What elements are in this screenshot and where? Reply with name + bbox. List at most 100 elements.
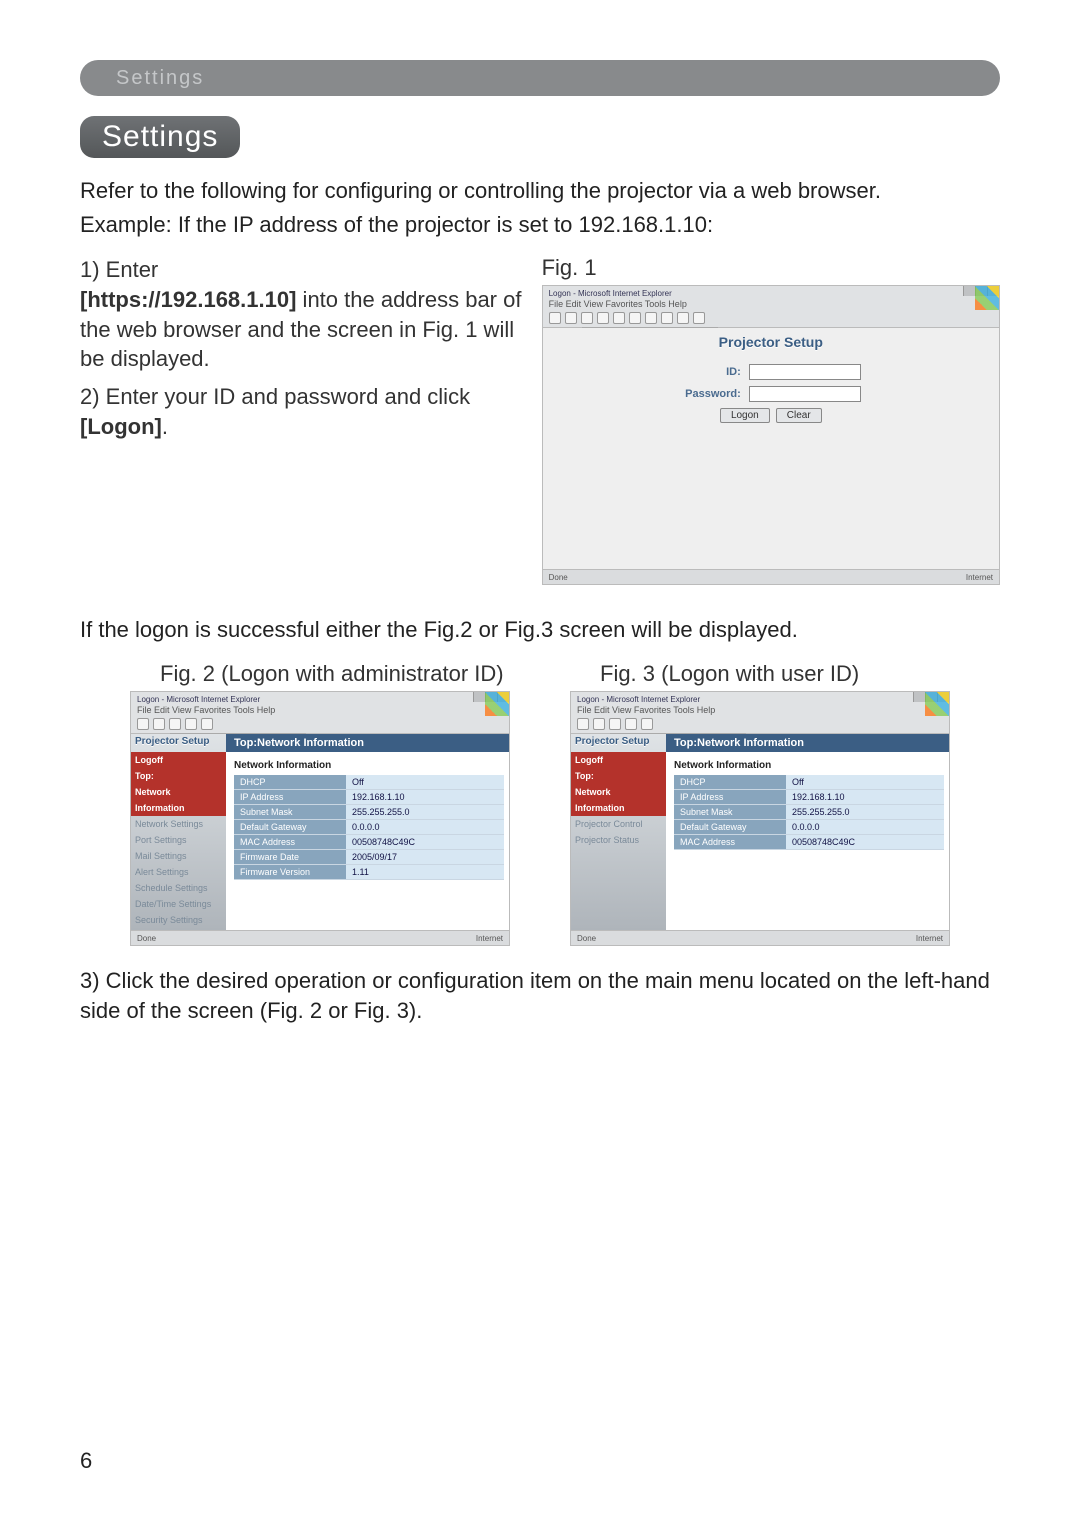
step-2-suffix: . (162, 414, 168, 439)
table-key: Default Gateway (234, 820, 346, 835)
sidebar-item[interactable]: Network (571, 784, 666, 800)
sidebar-item[interactable]: Information (571, 800, 666, 816)
step-1-bold: [https://192.168.1.10] (80, 287, 296, 312)
back-icon[interactable] (137, 718, 149, 730)
sidebar-item[interactable]: Logoff (571, 752, 666, 768)
sidebar-item[interactable]: Logoff (131, 752, 226, 768)
login-panel: ID: Password: Logon Clear (671, 364, 871, 423)
home-icon[interactable] (641, 718, 653, 730)
id-label: ID: (671, 366, 741, 378)
sidebar-title: Projector Setup (135, 736, 226, 747)
browser-chrome: Logon - Microsoft Internet Explorer File… (131, 692, 509, 734)
fig3-caption: Fig. 3 (Logon with user ID) (570, 661, 950, 687)
sidebar-item[interactable]: Schedule Settings (131, 880, 226, 896)
search-icon[interactable] (629, 312, 641, 324)
back-icon[interactable] (577, 718, 589, 730)
table-row: Firmware Date2005/09/17 (234, 850, 504, 865)
home-icon[interactable] (613, 312, 625, 324)
fig3-screenshot: Logon - Microsoft Internet Explorer File… (570, 691, 950, 946)
browser-chrome: Logon - Microsoft Internet Explorer File… (571, 692, 949, 734)
sidebar-item[interactable]: Projector Status (571, 832, 666, 848)
intro-paragraph-2: Example: If the IP address of the projec… (80, 210, 1000, 240)
fig2-sidebar: Projector Setup LogoffTop:NetworkInforma… (131, 734, 226, 931)
refresh-icon[interactable] (597, 312, 609, 324)
sidebar-item[interactable]: Alert Settings (131, 864, 226, 880)
table-row: Default Gateway0.0.0.0 (674, 820, 944, 835)
table-row: Default Gateway0.0.0.0 (234, 820, 504, 835)
step-2-bold: [Logon] (80, 414, 162, 439)
sidebar-item[interactable]: Port Settings (131, 832, 226, 848)
page-number: 6 (80, 1448, 92, 1474)
table-value: 0.0.0.0 (786, 820, 944, 835)
history-icon[interactable] (661, 312, 673, 324)
table-row: MAC Address00508748C49C (674, 835, 944, 850)
browser-title: Logon - Microsoft Internet Explorer (577, 695, 943, 704)
sidebar-item[interactable]: Information (131, 800, 226, 816)
fig3-content: Projector Setup LogoffTop:NetworkInforma… (571, 734, 949, 931)
table-key: Subnet Mask (234, 805, 346, 820)
table-row: Subnet Mask255.255.255.0 (674, 805, 944, 820)
forward-icon[interactable] (153, 718, 165, 730)
sidebar-item[interactable]: Top: (131, 768, 226, 784)
refresh-icon[interactable] (185, 718, 197, 730)
status-right: Internet (966, 573, 993, 582)
fig1-status-bar: Done Internet (543, 569, 999, 584)
breadcrumb: Settings (116, 67, 204, 90)
table-value: 192.168.1.10 (346, 790, 504, 805)
step-2-prefix: 2) Enter your ID and password and click (80, 384, 470, 409)
stop-icon[interactable] (609, 718, 621, 730)
table-key: DHCP (234, 775, 346, 790)
stop-icon[interactable] (581, 312, 593, 324)
steps-column: 1) Enter [https://192.168.1.10] into the… (80, 255, 522, 585)
sidebar-item[interactable]: Projector Control (571, 816, 666, 832)
table-row: Subnet Mask255.255.255.0 (234, 805, 504, 820)
table-key: MAC Address (674, 835, 786, 850)
table-row: Firmware Version1.11 (234, 865, 504, 880)
fig3-main: Top:Network Information Network Informat… (666, 734, 949, 931)
fig2-netinfo-title: Network Information (226, 752, 509, 775)
refresh-icon[interactable] (625, 718, 637, 730)
password-field[interactable] (749, 386, 861, 402)
fig1-content: Projector Setup ID: Password: Logon Cl (543, 328, 999, 570)
home-icon[interactable] (201, 718, 213, 730)
sidebar-item[interactable]: Network (131, 784, 226, 800)
mid-paragraph: If the logon is successful either the Fi… (80, 615, 1000, 645)
favorites-icon[interactable] (645, 312, 657, 324)
fig3-status-bar: Done Internet (571, 930, 949, 945)
browser-toolbar (549, 311, 993, 325)
status-right: Internet (476, 934, 503, 943)
step-2: 2) Enter your ID and password and click … (80, 382, 522, 441)
fig3-netinfo-title: Network Information (666, 752, 949, 775)
sidebar-item[interactable]: Security Settings (131, 912, 226, 928)
table-row: IP Address192.168.1.10 (234, 790, 504, 805)
logon-button[interactable]: Logon (720, 408, 770, 423)
forward-icon[interactable] (565, 312, 577, 324)
table-value: Off (346, 775, 504, 790)
print-icon[interactable] (693, 312, 705, 324)
fig2-wrap: Fig. 2 (Logon with administrator ID) Log… (130, 661, 510, 946)
sidebar-item[interactable]: Top: (571, 768, 666, 784)
status-left: Done (549, 573, 568, 582)
sidebar-item[interactable]: Date/Time Settings (131, 896, 226, 912)
clear-button[interactable]: Clear (776, 408, 822, 423)
fig2-status-bar: Done Internet (131, 930, 509, 945)
sidebar-item[interactable]: Network Settings (131, 816, 226, 832)
status-left: Done (577, 934, 596, 943)
fig2-top-bar: Top:Network Information (226, 734, 509, 752)
sidebar-item[interactable]: Mail Settings (131, 848, 226, 864)
table-key: Firmware Version (234, 865, 346, 880)
stop-icon[interactable] (169, 718, 181, 730)
fig3-top-bar: Top:Network Information (666, 734, 949, 752)
table-value: 00508748C49C (346, 835, 504, 850)
table-key: Default Gateway (674, 820, 786, 835)
ie-logo-icon (925, 692, 949, 716)
forward-icon[interactable] (593, 718, 605, 730)
table-value: 0.0.0.0 (346, 820, 504, 835)
back-icon[interactable] (549, 312, 561, 324)
ie-logo-icon (485, 692, 509, 716)
mail-icon[interactable] (677, 312, 689, 324)
status-right: Internet (916, 934, 943, 943)
fig3-wrap: Fig. 3 (Logon with user ID) Logon - Micr… (570, 661, 950, 946)
id-field[interactable] (749, 364, 861, 380)
table-value: 2005/09/17 (346, 850, 504, 865)
